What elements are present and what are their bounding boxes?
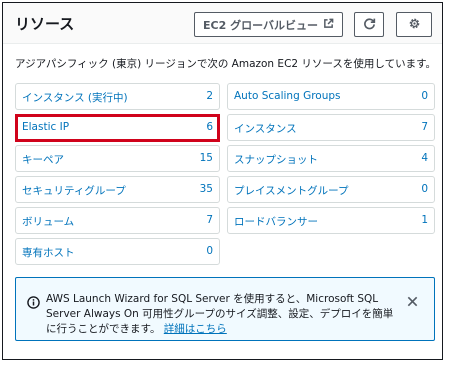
resource-count[interactable]: 35 <box>200 183 213 195</box>
resource-label[interactable]: セキュリティグループ <box>22 183 126 198</box>
panel-header: リソース EC2 グローバルビュー <box>3 3 442 44</box>
resource-label[interactable]: インスタンス (実行中) <box>22 90 128 105</box>
resource-count[interactable]: 0 <box>206 245 213 257</box>
resource-card-running-instances[interactable]: インスタンス (実行中) 2 <box>15 83 220 110</box>
resource-label[interactable]: スナップショット <box>234 152 318 167</box>
refresh-button[interactable] <box>354 12 384 37</box>
info-banner-message: AWS Launch Wizard for SQL Server を使用すると、… <box>46 292 398 337</box>
resource-card-placement-groups[interactable]: プレイスメントグループ 0 <box>227 176 435 203</box>
resources-panel: リソース EC2 グローバルビュー アジアパシフィック (東京) リージョンで次… <box>2 2 443 360</box>
resource-count[interactable]: 7 <box>206 214 213 226</box>
learn-more-link[interactable]: 詳細はこちら <box>164 323 227 335</box>
region-description: アジアパシフィック (東京) リージョンで次の Amazon EC2 リソースを… <box>15 58 437 70</box>
refresh-icon <box>363 17 376 33</box>
gear-icon <box>408 17 421 33</box>
resource-count[interactable]: 0 <box>421 90 428 102</box>
resource-count[interactable]: 7 <box>421 121 428 133</box>
panel-title: リソース <box>15 15 75 33</box>
settings-button[interactable] <box>396 12 432 37</box>
info-icon <box>27 294 40 313</box>
resource-count[interactable]: 1 <box>421 214 428 226</box>
resource-count[interactable]: 2 <box>206 90 213 102</box>
resource-card-load-balancers[interactable]: ロードバランサー 1 <box>227 207 435 234</box>
ec2-global-view-button[interactable]: EC2 グローバルビュー <box>194 12 343 37</box>
resource-count[interactable]: 15 <box>200 152 213 164</box>
resource-card-dedicated-hosts[interactable]: 専有ホスト 0 <box>15 238 220 265</box>
external-link-icon <box>323 18 334 32</box>
resource-label[interactable]: インスタンス <box>234 121 297 136</box>
resource-count[interactable]: 0 <box>421 183 428 195</box>
resource-label[interactable]: Auto Scaling Groups <box>234 90 341 102</box>
resource-card-security-groups[interactable]: セキュリティグループ 35 <box>15 176 220 203</box>
resource-count[interactable]: 4 <box>421 152 428 164</box>
resource-label[interactable]: 専有ホスト <box>22 245 75 260</box>
resource-label[interactable]: キーペア <box>22 152 64 167</box>
close-icon[interactable] <box>406 293 420 307</box>
resource-label[interactable]: ロードバランサー <box>234 214 318 229</box>
resource-label[interactable]: プレイスメントグループ <box>234 183 349 198</box>
launch-wizard-info-banner: AWS Launch Wizard for SQL Server を使用すると、… <box>15 277 435 341</box>
resource-label[interactable]: ボリューム <box>22 214 74 229</box>
resource-card-instances[interactable]: インスタンス 7 <box>227 114 435 141</box>
resource-count[interactable]: 6 <box>206 121 213 133</box>
ec2-global-view-label: EC2 グローバルビュー <box>203 18 318 32</box>
resource-label[interactable]: Elastic IP <box>22 121 69 133</box>
resource-card-elastic-ip[interactable]: Elastic IP 6 <box>15 114 220 142</box>
resource-card-snapshots[interactable]: スナップショット 4 <box>227 145 435 172</box>
resource-card-volumes[interactable]: ボリューム 7 <box>15 207 220 234</box>
resource-card-auto-scaling-groups[interactable]: Auto Scaling Groups 0 <box>227 83 435 110</box>
resource-card-key-pairs[interactable]: キーペア 15 <box>15 145 220 172</box>
